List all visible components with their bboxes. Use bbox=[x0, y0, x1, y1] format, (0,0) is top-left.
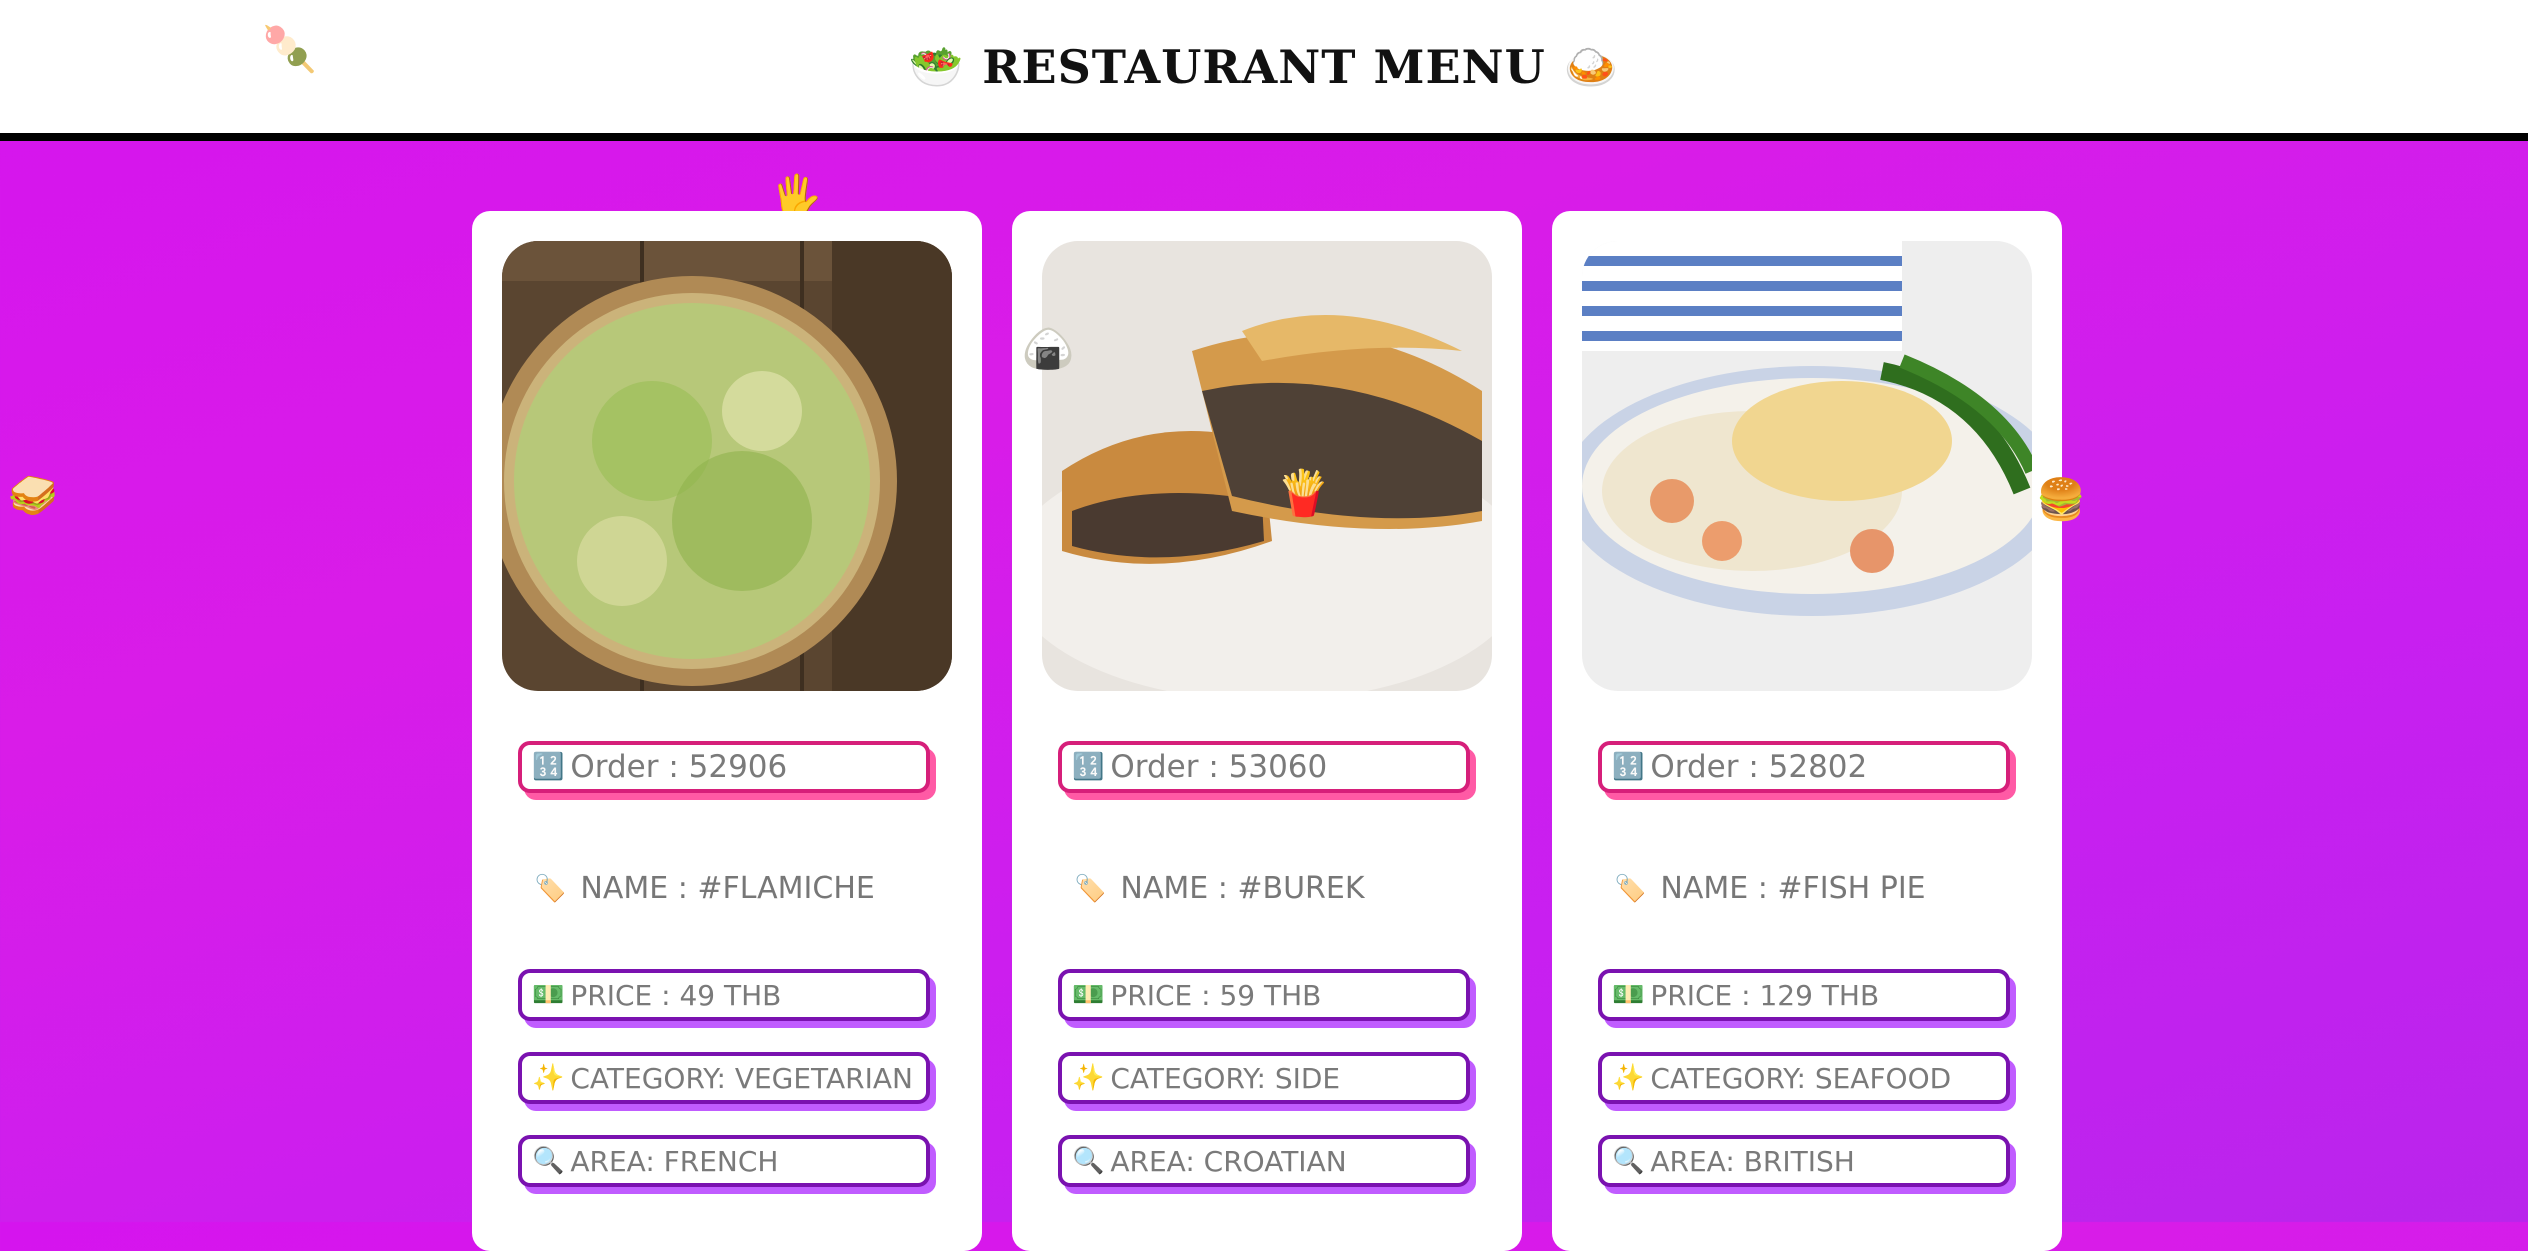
order-field: 🔢 Order : 52802 bbox=[1598, 741, 2010, 793]
order-field: 🔢 Order : 52906 bbox=[518, 741, 930, 793]
fish-pie-photo bbox=[1582, 241, 2032, 691]
order-field: 🔢 Order : 53060 bbox=[1058, 741, 1470, 793]
sandwich-icon: 🥪 bbox=[8, 473, 58, 519]
order-number: Order : 53060 bbox=[1110, 749, 1328, 785]
tag-icon: 🏷️ bbox=[534, 873, 567, 904]
numbers-icon: 🔢 bbox=[1072, 752, 1105, 782]
menu-card-list: 🔢 Order : 52906 🏷️ NAME : #FLAMICHE 💵 PR… bbox=[472, 211, 2062, 1251]
money-icon: 💵 bbox=[1612, 980, 1645, 1010]
menu-card[interactable]: 🔢 Order : 53060 🏷️ NAME : #BUREK 💵 PRICE… bbox=[1012, 211, 1522, 1251]
order-number: Order : 52906 bbox=[570, 749, 788, 785]
price-text: PRICE : 59 THB bbox=[1110, 978, 1322, 1012]
magnifier-icon: 🔍 bbox=[1612, 1146, 1645, 1176]
price-text: PRICE : 129 THB bbox=[1650, 978, 1880, 1012]
category-text: CATEGORY: SEAFOOD bbox=[1650, 1061, 1952, 1095]
item-name-text: NAME : #FISH PIE bbox=[1660, 871, 1926, 906]
page-title: 🥗 RESTAURANT MENU 🍛 bbox=[909, 40, 1620, 94]
menu-card[interactable]: 🔢 Order : 52802 🏷️ NAME : #FISH PIE 💵 PR… bbox=[1552, 211, 2062, 1251]
area-field: 🔍 AREA: BRITISH bbox=[1598, 1135, 2010, 1187]
item-name-text: NAME : #FLAMICHE bbox=[580, 871, 875, 906]
money-icon: 💵 bbox=[532, 980, 565, 1010]
burek-photo bbox=[1042, 241, 1492, 691]
area-text: AREA: CROATIAN bbox=[1110, 1144, 1347, 1178]
sparkles-icon: ✨ bbox=[1072, 1063, 1105, 1093]
order-number: Order : 52802 bbox=[1650, 749, 1868, 785]
page-header: 🥗 RESTAURANT MENU 🍛 bbox=[0, 0, 2528, 141]
rice-ball-icon: 🍙 bbox=[1022, 324, 1075, 373]
salad-icon: 🥗 bbox=[908, 41, 965, 93]
item-name: 🏷️ NAME : #FLAMICHE bbox=[534, 871, 875, 906]
skewer-icon: 🍡 bbox=[262, 24, 317, 75]
category-field: ✨ CATEGORY: SIDE bbox=[1058, 1052, 1470, 1104]
area-field: 🔍 AREA: FRENCH bbox=[518, 1135, 930, 1187]
money-icon: 💵 bbox=[1072, 980, 1105, 1010]
magnifier-icon: 🔍 bbox=[1072, 1146, 1105, 1176]
flamiche-photo bbox=[502, 241, 952, 691]
sparkles-icon: ✨ bbox=[1612, 1063, 1645, 1093]
burger-icon: 🍔 bbox=[2036, 477, 2086, 523]
price-field: 💵 PRICE : 129 THB bbox=[1598, 969, 2010, 1021]
price-field: 💵 PRICE : 49 THB bbox=[518, 969, 930, 1021]
price-text: PRICE : 49 THB bbox=[570, 978, 782, 1012]
fries-icon: 🍟 bbox=[1276, 468, 1331, 519]
item-name-text: NAME : #BUREK bbox=[1120, 871, 1365, 906]
category-field: ✨ CATEGORY: SEAFOOD bbox=[1598, 1052, 2010, 1104]
sparkles-icon: ✨ bbox=[532, 1063, 565, 1093]
tag-icon: 🏷️ bbox=[1074, 873, 1107, 904]
area-text: AREA: BRITISH bbox=[1650, 1144, 1855, 1178]
item-name: 🏷️ NAME : #BUREK bbox=[1074, 871, 1365, 906]
numbers-icon: 🔢 bbox=[532, 752, 565, 782]
page-title-text: RESTAURANT MENU bbox=[982, 39, 1546, 94]
magnifier-icon: 🔍 bbox=[532, 1146, 565, 1176]
curry-icon: 🍛 bbox=[1563, 41, 1620, 93]
numbers-icon: 🔢 bbox=[1612, 752, 1645, 782]
category-field: ✨ CATEGORY: VEGETARIAN bbox=[518, 1052, 930, 1104]
menu-card[interactable]: 🔢 Order : 52906 🏷️ NAME : #FLAMICHE 💵 PR… bbox=[472, 211, 982, 1251]
area-text: AREA: FRENCH bbox=[570, 1144, 779, 1178]
price-field: 💵 PRICE : 59 THB bbox=[1058, 969, 1470, 1021]
tag-icon: 🏷️ bbox=[1614, 873, 1647, 904]
category-text: CATEGORY: VEGETARIAN bbox=[570, 1061, 913, 1095]
item-name: 🏷️ NAME : #FISH PIE bbox=[1614, 871, 1926, 906]
category-text: CATEGORY: SIDE bbox=[1110, 1061, 1341, 1095]
area-field: 🔍 AREA: CROATIAN bbox=[1058, 1135, 1470, 1187]
